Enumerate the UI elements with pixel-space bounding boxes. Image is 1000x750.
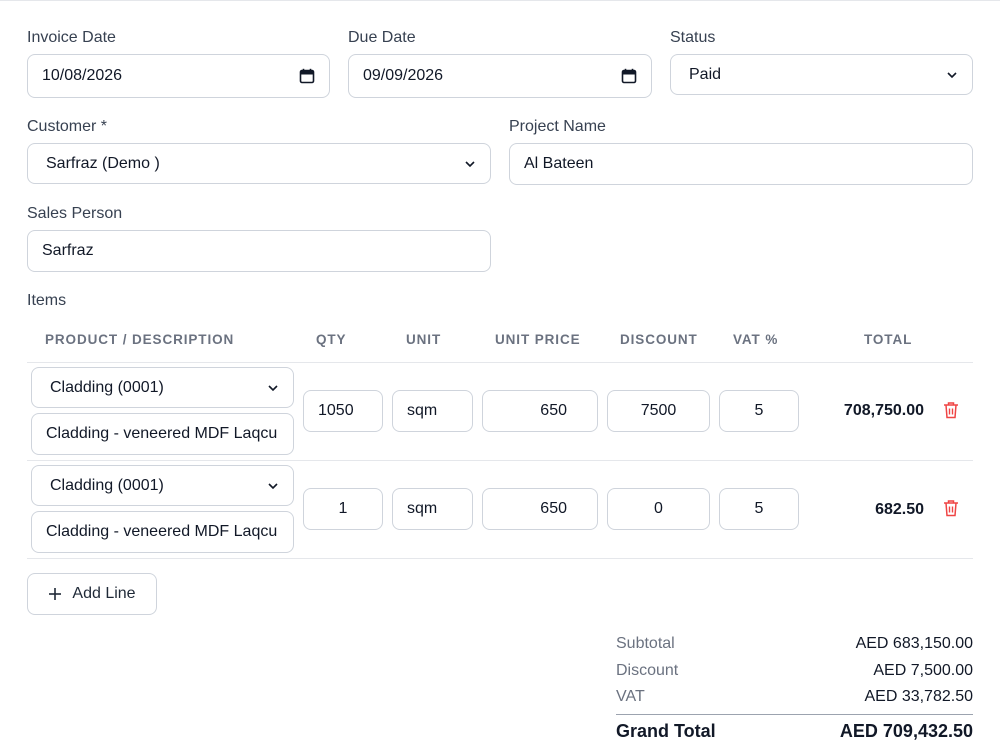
unit-price-input[interactable]: 650 [482, 488, 598, 530]
customer-value: Sarfraz (Demo ) [46, 154, 160, 172]
plus-icon [49, 588, 62, 600]
description-input[interactable]: Cladding - veneered MDF Laqcu [31, 511, 294, 553]
summary-divider [616, 714, 973, 715]
trash-icon[interactable] [943, 401, 959, 419]
unit-input[interactable]: sqm [392, 488, 473, 530]
due-date-value: 09/09/2026 [363, 67, 444, 84]
calendar-icon[interactable] [299, 68, 315, 84]
sales-person-value: Sarfraz [42, 242, 94, 259]
col-unit-price: UNIT PRICE [495, 332, 581, 347]
invoice-date-field[interactable]: 10/08/2026 [27, 54, 330, 98]
subtotal-label: Subtotal [616, 635, 675, 652]
product-select[interactable]: Cladding (0001) [31, 367, 294, 408]
add-line-button[interactable]: Add Line [27, 573, 157, 615]
description-value: Cladding - veneered MDF Laqcu [46, 523, 278, 540]
col-total: TOTAL [864, 332, 913, 347]
due-date-field[interactable]: 09/09/2026 [348, 54, 652, 98]
col-qty: QTY [316, 332, 347, 347]
calendar-icon[interactable] [621, 68, 637, 84]
invoice-date-value: 10/08/2026 [42, 67, 123, 84]
grand-total-label: Grand Total [616, 721, 716, 741]
line-total: 708,750.00 [843, 402, 924, 419]
discount-input[interactable]: 7500 [607, 390, 710, 432]
chevron-down-icon [465, 160, 475, 167]
due-date-label: Due Date [348, 29, 416, 46]
chevron-down-icon [268, 482, 278, 489]
items-heading: Items [27, 292, 67, 309]
customer-select[interactable]: Sarfraz (Demo ) [27, 143, 491, 184]
row-divider [27, 558, 973, 559]
line-total: 682.50 [875, 501, 924, 518]
top-divider [0, 0, 1000, 1]
row-divider [27, 362, 973, 363]
discount-value: AED 7,500.00 [873, 662, 973, 679]
product-value: Cladding (0001) [50, 476, 164, 494]
sales-person-input[interactable]: Sarfraz [27, 230, 491, 272]
product-value: Cladding (0001) [50, 378, 164, 396]
row-divider [27, 460, 973, 461]
status-label: Status [670, 29, 716, 46]
col-discount: DISCOUNT [620, 332, 698, 347]
discount-label: Discount [616, 662, 679, 679]
project-name-input[interactable]: Al Bateen [509, 143, 973, 185]
invoice-date-label: Invoice Date [27, 29, 116, 46]
sales-person-label: Sales Person [27, 205, 123, 222]
chevron-down-icon [947, 71, 957, 78]
subtotal-value: AED 683,150.00 [855, 635, 973, 652]
customer-label: Customer * [27, 118, 108, 135]
status-select[interactable]: Paid [670, 54, 973, 95]
product-select[interactable]: Cladding (0001) [31, 465, 294, 506]
vat-label: VAT [616, 688, 645, 705]
vat-value: AED 33,782.50 [864, 688, 973, 705]
add-line-label: Add Line [72, 585, 136, 602]
qty-input[interactable]: 1050 [303, 390, 383, 432]
col-unit: UNIT [406, 332, 442, 347]
description-input[interactable]: Cladding - veneered MDF Laqcu [31, 413, 294, 455]
unit-price-input[interactable]: 650 [482, 390, 598, 432]
unit-input[interactable]: sqm [392, 390, 473, 432]
grand-total-value: AED 709,432.50 [839, 721, 973, 741]
project-name-value: Al Bateen [524, 155, 594, 172]
project-name-label: Project Name [509, 118, 606, 135]
col-product: PRODUCT / DESCRIPTION [45, 332, 235, 347]
qty-input[interactable]: 1 [303, 488, 383, 530]
description-value: Cladding - veneered MDF Laqcu [46, 425, 278, 442]
trash-icon[interactable] [943, 499, 959, 517]
col-vat: VAT % [733, 332, 779, 347]
chevron-down-icon [268, 384, 278, 391]
discount-input[interactable]: 0 [607, 488, 710, 530]
status-value: Paid [689, 65, 722, 83]
